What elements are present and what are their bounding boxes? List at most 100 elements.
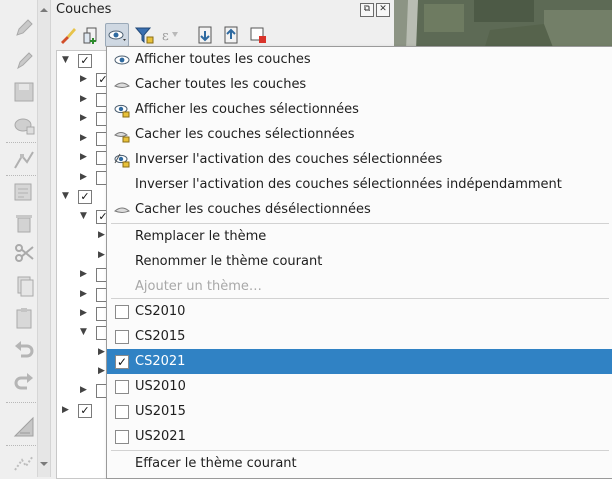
layer-visibility-checkbox[interactable]: ✓ xyxy=(78,404,92,418)
menu-item-label: Afficher les couches sélectionnées xyxy=(135,102,359,117)
menu-item-theme-cs2015[interactable]: CS2015 xyxy=(107,324,612,349)
menu-item-theme-cs2021[interactable]: ✓ CS2021 xyxy=(107,349,612,374)
vertex-tool-icon[interactable] xyxy=(12,148,36,172)
eye-closed-deselected-icon xyxy=(114,202,130,218)
menu-item-visibility[interactable]: Inverser l'activation des couches sélect… xyxy=(107,172,612,197)
menu-item-theme-us2010[interactable]: US2010 xyxy=(107,374,612,399)
svg-text:ε: ε xyxy=(162,29,169,44)
label-tool-icon[interactable] xyxy=(12,415,36,439)
collapsed-arrow-icon[interactable]: ▶ xyxy=(80,289,87,299)
scroll-down-icon[interactable] xyxy=(39,458,49,468)
theme-checkbox[interactable] xyxy=(115,405,129,419)
menu-item-label: Afficher toutes les couches xyxy=(135,52,311,67)
menu-item-label: Inverser l'activation des couches sélect… xyxy=(135,177,562,192)
map-canvas[interactable] xyxy=(394,0,612,50)
theme-checkbox[interactable] xyxy=(115,380,129,394)
add-feature-icon[interactable] xyxy=(12,113,36,137)
layer-visibility-checkbox[interactable]: ✓ xyxy=(78,54,92,68)
collapsed-arrow-icon[interactable]: ▶ xyxy=(98,366,105,376)
collapsed-arrow-icon[interactable]: ▶ xyxy=(62,405,69,415)
expanded-arrow-icon[interactable]: ▼ xyxy=(80,327,87,337)
collapsed-arrow-icon[interactable]: ▶ xyxy=(80,94,87,104)
layer-visibility-checkbox[interactable]: ✓ xyxy=(78,190,92,204)
collapsed-arrow-icon[interactable]: ▶ xyxy=(80,152,87,162)
expand-all-icon[interactable] xyxy=(195,24,217,46)
menu-item-theme-cs2010[interactable]: CS2010 xyxy=(107,299,612,324)
filter-expression-icon[interactable]: ε xyxy=(159,24,181,46)
close-panel-button[interactable]: ✕ xyxy=(376,3,390,17)
menu-item-label: US2021 xyxy=(135,429,186,444)
scale-icon[interactable] xyxy=(12,450,36,474)
menu-item-theme-us2015[interactable]: US2015 xyxy=(107,399,612,424)
visibility-eye-icon[interactable] xyxy=(105,23,129,47)
menu-item-label: Cacher les couches désélectionnées xyxy=(135,202,371,217)
theme-checkbox[interactable] xyxy=(115,305,129,319)
style-brush-icon[interactable] xyxy=(57,24,79,46)
menu-item-label: Remplacer le thème xyxy=(135,229,267,244)
menu-item-theme-action[interactable]: Remplacer le thème xyxy=(107,224,612,249)
menu-item-visibility[interactable]: Cacher toutes les couches xyxy=(107,72,612,97)
layers-toolbar: ε xyxy=(53,22,393,48)
menu-item-theme-action[interactable]: Renommer le thème courant xyxy=(107,249,612,274)
collapse-all-icon[interactable] xyxy=(221,24,243,46)
menu-item-theme-action: Ajouter un thème… xyxy=(107,274,612,299)
menu-item-theme-us2021[interactable]: US2021 xyxy=(107,424,612,449)
scroll-up-icon[interactable] xyxy=(39,4,49,14)
theme-checkbox[interactable] xyxy=(115,330,129,344)
menu-item-label: US2010 xyxy=(135,379,186,394)
menu-item-label: CS2015 xyxy=(135,329,186,344)
filter-legend-icon[interactable] xyxy=(133,24,155,46)
theme-checkbox[interactable] xyxy=(115,430,129,444)
modify-attributes-icon[interactable] xyxy=(12,180,36,204)
digitizing-toolbar xyxy=(0,0,51,477)
menu-item-visibility[interactable]: Afficher les couches sélectionnées xyxy=(107,97,612,122)
expanded-arrow-icon[interactable]: ▼ xyxy=(62,191,69,201)
menu-item-label: Ajouter un thème… xyxy=(135,279,262,294)
menu-item-label: Renommer le thème courant xyxy=(135,254,323,269)
menu-item-clear-theme[interactable]: Effacer le thème courant xyxy=(107,451,612,476)
remove-layer-icon[interactable] xyxy=(247,24,269,46)
visibility-themes-menu: Afficher toutes les couches Cacher toutes… xyxy=(106,46,612,479)
float-panel-button[interactable]: ⧉ xyxy=(360,3,374,17)
menu-item-visibility[interactable]: Cacher les couches désélectionnées xyxy=(107,197,612,222)
collapsed-arrow-icon[interactable]: ▶ xyxy=(80,172,87,182)
digitize-pencil-icon[interactable] xyxy=(12,16,36,40)
collapsed-arrow-icon[interactable]: ▶ xyxy=(80,133,87,143)
menu-item-label: CS2021 xyxy=(135,354,186,369)
theme-checkbox[interactable]: ✓ xyxy=(115,355,129,369)
toggle-selected-icon xyxy=(114,152,130,168)
collapsed-arrow-icon[interactable]: ▶ xyxy=(80,269,87,279)
cut-features-icon[interactable] xyxy=(12,241,36,265)
collapsed-arrow-icon[interactable]: ▶ xyxy=(98,230,105,240)
undo-icon[interactable] xyxy=(12,338,36,362)
save-edits-icon[interactable] xyxy=(12,80,36,104)
menu-item-label: Inverser l'activation des couches sélect… xyxy=(135,152,443,167)
eye-icon xyxy=(114,52,130,68)
menu-item-label: Effacer le thème courant xyxy=(135,456,297,471)
menu-item-visibility[interactable]: Afficher toutes les couches xyxy=(107,47,612,72)
menu-item-label: Cacher toutes les couches xyxy=(135,77,307,92)
collapsed-arrow-icon[interactable]: ▶ xyxy=(80,113,87,123)
redo-icon[interactable] xyxy=(12,370,36,394)
menu-item-visibility[interactable]: Inverser l'activation des couches sélect… xyxy=(107,147,612,172)
eye-selected-icon xyxy=(114,102,130,118)
collapsed-arrow-icon[interactable]: ▶ xyxy=(80,385,87,395)
menu-item-label: CS2010 xyxy=(135,304,186,319)
collapsed-arrow-icon[interactable]: ▶ xyxy=(80,74,87,84)
expanded-arrow-icon[interactable]: ▼ xyxy=(80,211,87,221)
eye-closed-selected-icon xyxy=(114,127,130,143)
panel-title: Couches xyxy=(56,2,112,17)
add-group-icon[interactable] xyxy=(81,24,103,46)
menu-item-visibility[interactable]: Cacher les couches sélectionnées xyxy=(107,122,612,147)
collapsed-arrow-icon[interactable]: ▶ xyxy=(98,250,105,260)
expanded-arrow-icon[interactable]: ▼ xyxy=(62,55,69,65)
edit-pencil-icon[interactable] xyxy=(12,48,36,72)
copy-features-icon[interactable] xyxy=(12,274,36,298)
collapsed-arrow-icon[interactable]: ▶ xyxy=(98,347,105,357)
collapsed-arrow-icon[interactable]: ▶ xyxy=(80,308,87,318)
paste-features-icon[interactable] xyxy=(12,306,36,330)
toolbar-scrollbar[interactable] xyxy=(37,0,50,477)
delete-selected-icon[interactable] xyxy=(12,211,36,235)
menu-item-label: US2015 xyxy=(135,404,186,419)
eye-closed-icon xyxy=(114,77,130,93)
